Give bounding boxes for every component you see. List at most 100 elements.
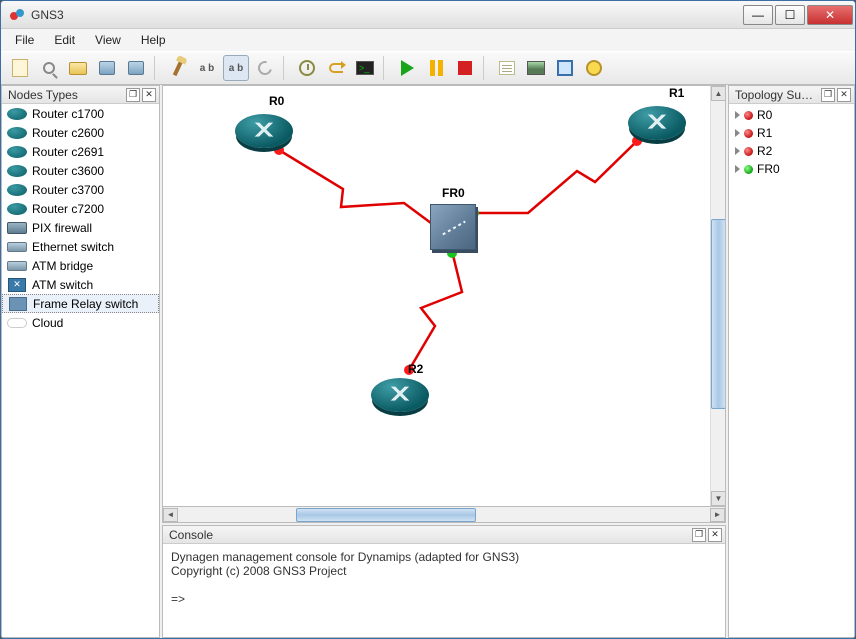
node-type-item[interactable]: Cloud (2, 313, 159, 332)
topology-canvas[interactable]: R0 R1 R2 FR0 ▲ ▼ (162, 85, 726, 507)
toolbar-rectangle[interactable] (552, 55, 578, 81)
expand-icon[interactable] (735, 129, 740, 137)
console-panel: Console ❐ ✕ Dynagen management console f… (162, 525, 726, 638)
toolbar-ellipse[interactable] (581, 55, 607, 81)
toolbar-search[interactable] (36, 55, 62, 81)
scroll-left-icon[interactable]: ◄ (163, 508, 178, 522)
toolbar-stop[interactable] (452, 55, 478, 81)
maximize-button[interactable]: ☐ (775, 5, 805, 25)
play-icon (401, 60, 414, 76)
toolbar-save[interactable] (94, 55, 120, 81)
topology-summary-header[interactable]: Topology Sum... ❐ ✕ (729, 86, 854, 104)
close-panel-icon[interactable]: ✕ (142, 88, 156, 102)
menu-edit[interactable]: Edit (44, 31, 85, 49)
toolbar-open[interactable] (65, 55, 91, 81)
toolbar-terminal[interactable]: >_ (352, 55, 378, 81)
hscroll-thumb[interactable] (296, 508, 476, 522)
status-dot-icon (744, 147, 753, 156)
node-type-item[interactable]: Router c3600 (2, 161, 159, 180)
toolbar-save-as[interactable] (123, 55, 149, 81)
topology-item[interactable]: R0 (731, 106, 852, 124)
menu-help[interactable]: Help (131, 31, 176, 49)
expand-icon[interactable] (735, 111, 740, 119)
node-fr0[interactable] (430, 204, 476, 250)
toolbar-undo[interactable] (323, 55, 349, 81)
node-type-item[interactable]: Router c2600 (2, 123, 159, 142)
scroll-thumb[interactable] (711, 219, 726, 409)
console-header[interactable]: Console ❐ ✕ (163, 526, 725, 544)
node-r2[interactable] (371, 378, 429, 412)
toolbar-pause[interactable] (423, 55, 449, 81)
topology-item[interactable]: FR0 (731, 160, 852, 178)
nodes-types-list[interactable]: Router c1700 Router c2600 Router c2691 Rout… (2, 104, 159, 637)
status-dot-icon (744, 129, 753, 138)
links-layer (163, 86, 710, 506)
switch-icon (6, 259, 28, 273)
switch-icon (6, 240, 28, 254)
menu-view[interactable]: View (85, 31, 131, 49)
node-type-item[interactable]: Ethernet switch (2, 237, 159, 256)
node-type-item[interactable]: ✕ATM switch (2, 275, 159, 294)
rectangle-icon (557, 60, 573, 76)
expand-icon[interactable] (735, 147, 740, 155)
undock-icon[interactable]: ❐ (692, 528, 706, 542)
menu-file[interactable]: File (5, 31, 44, 49)
minimize-button[interactable]: — (743, 5, 773, 25)
app-icon (9, 7, 25, 23)
node-r0[interactable] (235, 114, 293, 148)
node-type-label: Router c2600 (32, 126, 104, 140)
node-type-item[interactable]: Router c1700 (2, 104, 159, 123)
topology-item-label: R2 (757, 144, 772, 158)
console-output[interactable]: Dynagen management console for Dynamips … (163, 544, 725, 637)
topology-item[interactable]: R2 (731, 142, 852, 160)
topology-summary-title: Topology Sum... (735, 88, 819, 102)
node-type-item[interactable]: ATM bridge (2, 256, 159, 275)
toolbar-new-file[interactable] (7, 55, 33, 81)
topology-item[interactable]: R1 (731, 124, 852, 142)
pause-icon (430, 60, 443, 76)
undock-icon[interactable]: ❐ (126, 88, 140, 102)
scroll-down-icon[interactable]: ▼ (711, 491, 726, 506)
frsw-icon (7, 297, 29, 311)
toolbar-play[interactable] (394, 55, 420, 81)
scroll-right-icon[interactable]: ► (710, 508, 725, 522)
node-type-item[interactable]: Router c3700 (2, 180, 159, 199)
titlebar[interactable]: GNS3 — ☐ ✕ (1, 1, 855, 29)
toolbar-clean[interactable] (165, 55, 191, 81)
node-type-label: Router c2691 (32, 145, 104, 159)
node-type-item[interactable]: Router c7200 (2, 199, 159, 218)
topology-item-label: R1 (757, 126, 772, 140)
console-title: Console (169, 528, 690, 542)
toolbar-text-tool-b[interactable]: a b (223, 55, 249, 81)
nodes-types-header[interactable]: Nodes Types ❐ ✕ (2, 86, 159, 104)
node-type-item[interactable]: Router c2691 (2, 142, 159, 161)
close-panel-icon[interactable]: ✕ (708, 528, 722, 542)
toolbar-text-tool-a[interactable]: a b (194, 55, 220, 81)
undock-icon[interactable]: ❐ (821, 88, 835, 102)
scroll-up-icon[interactable]: ▲ (711, 86, 726, 101)
node-r1[interactable] (628, 106, 686, 140)
toolbar-snapshot[interactable] (294, 55, 320, 81)
router-icon (6, 145, 28, 159)
toolbar-snapshot-image[interactable] (523, 55, 549, 81)
close-button[interactable]: ✕ (807, 5, 853, 25)
open-icon (69, 62, 87, 75)
horizontal-scrollbar[interactable]: ◄ ► (162, 507, 726, 523)
vertical-scrollbar[interactable]: ▲ ▼ (710, 86, 725, 506)
expand-icon[interactable] (735, 165, 740, 173)
node-type-item[interactable]: PIX firewall (2, 218, 159, 237)
terminal-icon: >_ (356, 61, 374, 75)
node-type-label: Router c3700 (32, 183, 104, 197)
topology-summary-list[interactable]: R0 R1 R2 FR0 (729, 104, 854, 637)
node-type-item[interactable]: Frame Relay switch (2, 294, 159, 313)
node-label-r0: R0 (269, 94, 284, 108)
router-icon (6, 202, 28, 216)
ellipse-icon (586, 60, 602, 76)
center-area: R0 R1 R2 FR0 ▲ ▼ ◄ ► (162, 85, 726, 638)
toolbar-settings[interactable] (252, 55, 278, 81)
node-label-r2: R2 (408, 362, 423, 376)
toolbar-notes[interactable] (494, 55, 520, 81)
close-panel-icon[interactable]: ✕ (837, 88, 851, 102)
clean-icon (173, 60, 183, 76)
node-type-label: Router c7200 (32, 202, 104, 216)
